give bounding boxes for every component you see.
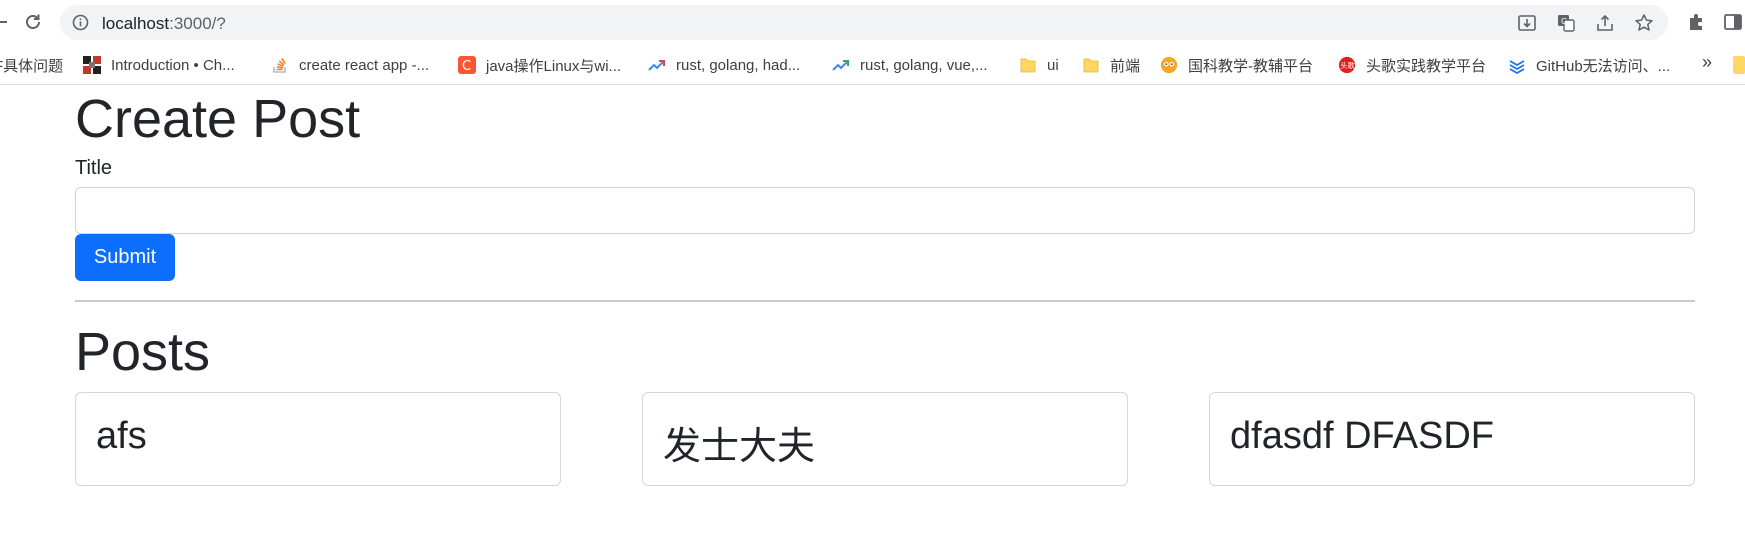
submit-button[interactable]: Submit	[75, 234, 175, 281]
post-card: afs	[75, 392, 561, 486]
reload-button[interactable]	[19, 8, 47, 36]
title-input[interactable]	[75, 187, 1695, 234]
trend-icon	[832, 56, 850, 74]
bookmark-label: java操作Linux与wi...	[486, 57, 622, 75]
bookmark-label: 前端	[1110, 57, 1141, 75]
title-label: Title	[75, 157, 113, 179]
bookmark-item[interactable]: 国科教学-教辅平台	[1160, 54, 1313, 76]
post-card: dfasdf DFASDF	[1209, 392, 1695, 486]
grid-favicon-icon	[83, 56, 101, 74]
download-icon	[1518, 15, 1536, 31]
post-card: 发士大夫	[642, 392, 1128, 486]
bookmark-label: Introduction • Ch...	[111, 56, 235, 74]
bookmark-label: create react app -...	[299, 56, 430, 74]
csdn-icon: C	[458, 56, 476, 74]
translate-icon: G	[1558, 15, 1575, 32]
star-icon	[1635, 14, 1653, 31]
bookmark-star-button[interactable]	[1633, 12, 1655, 34]
back-button[interactable]	[0, 8, 14, 36]
info-icon[interactable]	[72, 14, 89, 31]
url-path: :3000/?	[169, 14, 226, 33]
post-title: 发士大夫	[663, 426, 816, 468]
share-icon	[1597, 14, 1613, 31]
post-title: dfasdf DFASDF	[1230, 415, 1494, 457]
svg-text:G: G	[1561, 17, 1567, 26]
bookmark-label: F具体问题	[0, 57, 64, 75]
touge-icon: 头歌	[1338, 56, 1356, 74]
bookmark-label: GitHub无法访问、...	[1536, 57, 1671, 75]
bookmark-folder[interactable]: 前端	[1082, 54, 1140, 76]
side-panel-button[interactable]	[1722, 11, 1744, 33]
folder-icon[interactable]	[1733, 56, 1745, 74]
translate-button[interactable]: G	[1555, 12, 1577, 34]
bookmark-label: rust, golang, had...	[676, 56, 801, 74]
bookmark-label: ui	[1047, 56, 1059, 74]
puzzle-icon	[1690, 14, 1702, 30]
side-panel-icon	[1724, 14, 1742, 30]
bookmark-item[interactable]: 头歌 头歌实践教学平台	[1338, 54, 1486, 76]
browser-toolbar: localhost:3000/? G	[0, 0, 1745, 44]
owl-icon	[1160, 56, 1178, 74]
bookmark-label: 头歌实践教学平台	[1366, 57, 1487, 75]
post-title: afs	[96, 415, 147, 457]
url-text[interactable]: localhost:3000/?	[102, 14, 226, 34]
address-bar[interactable]: localhost:3000/? G	[60, 5, 1668, 40]
trend-icon	[648, 56, 666, 74]
share-button[interactable]	[1594, 12, 1616, 34]
arrow-left-icon	[0, 21, 7, 23]
bookmark-item[interactable]: GitHub无法访问、...	[1508, 54, 1670, 76]
svg-text:头歌: 头歌	[1340, 61, 1355, 70]
bookmarks-bar: F具体问题 Introduction • Ch... create react …	[0, 44, 1745, 85]
bookmark-folder[interactable]: ui	[1019, 54, 1059, 76]
folder-icon	[1019, 56, 1037, 74]
bookmark-item[interactable]: create react app -...	[271, 54, 429, 76]
bookmark-item[interactable]: rust, golang, had...	[648, 54, 800, 76]
extensions-button[interactable]	[1686, 11, 1708, 33]
bookmark-item[interactable]: C java操作Linux与wi...	[458, 54, 621, 76]
stackoverflow-icon	[271, 56, 289, 74]
divider	[75, 300, 1695, 302]
bookmark-label: rust, golang, vue,...	[860, 56, 988, 74]
svg-text:C: C	[462, 59, 471, 74]
more-bookmarks-button[interactable]: »	[1702, 52, 1712, 73]
url-host: localhost	[102, 14, 170, 33]
reload-icon	[26, 14, 40, 29]
install-app-button[interactable]	[1516, 12, 1538, 34]
bookmark-item[interactable]: rust, golang, vue,...	[832, 54, 988, 76]
folder-icon	[1082, 56, 1100, 74]
bookmark-item[interactable]: F具体问题	[0, 54, 63, 76]
layers-icon	[1508, 56, 1526, 74]
page-title: Create Post	[75, 89, 361, 149]
bookmark-label: 国科教学-教辅平台	[1188, 57, 1313, 75]
bookmark-item[interactable]: Introduction • Ch...	[83, 54, 235, 76]
posts-heading: Posts	[75, 322, 211, 382]
